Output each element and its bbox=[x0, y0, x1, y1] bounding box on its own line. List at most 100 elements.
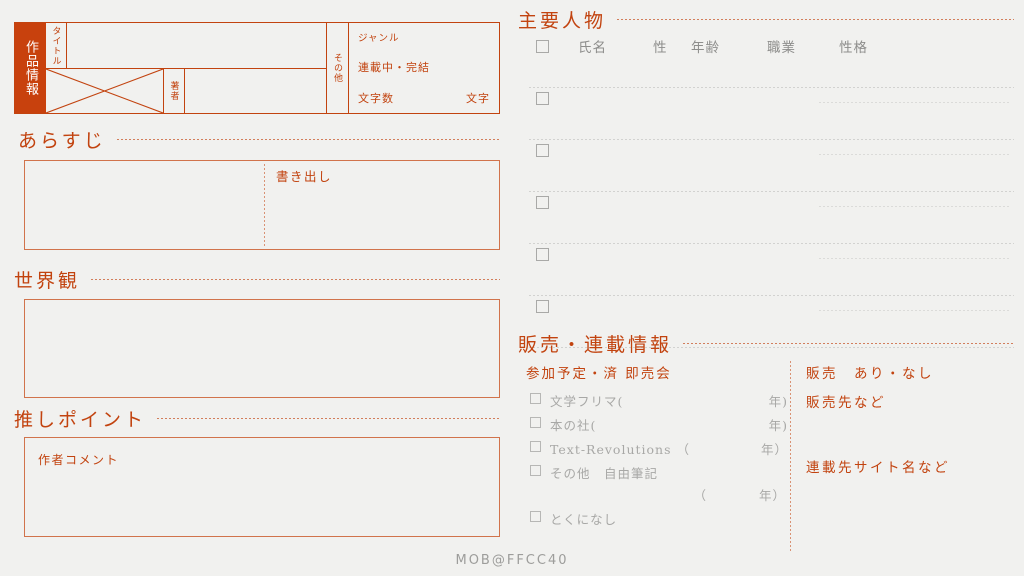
character-checkbox[interactable] bbox=[536, 300, 549, 313]
genre-label: ジャンル bbox=[358, 33, 400, 44]
title-input-cell[interactable] bbox=[67, 23, 326, 68]
event-checkbox[interactable] bbox=[530, 511, 541, 522]
table-row[interactable] bbox=[518, 88, 1014, 140]
event-label: 本の社( bbox=[550, 418, 597, 433]
table-row[interactable] bbox=[518, 192, 1014, 244]
work-info-side-label: 作品情報 bbox=[15, 23, 46, 113]
genre-info-cell[interactable]: ジャンル 連載中・完結 文字数 文字 bbox=[349, 23, 499, 113]
event-other-year: 年） bbox=[758, 488, 786, 503]
sekaikan-input-box[interactable] bbox=[24, 299, 500, 398]
row-sub-divider bbox=[818, 310, 1010, 311]
author-label-text: 著者 bbox=[168, 81, 179, 101]
arasuji-heading-rule bbox=[115, 139, 500, 140]
event-other-paren: （ bbox=[693, 488, 707, 503]
char-count-row: 文字数 文字 bbox=[358, 90, 490, 106]
oshi-point-heading-rule bbox=[156, 418, 500, 419]
character-checkbox[interactable] bbox=[536, 40, 549, 53]
characters-header-row: 氏名 性 年齢 職業 性格 bbox=[578, 36, 899, 56]
sales-spacer bbox=[806, 420, 1011, 456]
event-label: Text-Revolutions （ bbox=[550, 442, 690, 457]
event-other-year-row[interactable]: （ 年） bbox=[526, 485, 788, 504]
events-column: 参加予定・済 即売会 文学フリマ( 年) 本の社( 年) Text-Revolu… bbox=[526, 362, 788, 533]
serial-status-label[interactable]: 連載中・完結 bbox=[358, 59, 490, 75]
char-count-label: 文字数 bbox=[358, 92, 394, 105]
footer-credit: MOB@FFCC40 bbox=[455, 553, 569, 568]
characters-heading: 主要人物 bbox=[518, 6, 1014, 33]
table-row[interactable]: 氏名 性 年齢 職業 性格 bbox=[518, 36, 1014, 88]
arasuji-vertical-divider bbox=[264, 163, 265, 247]
row-sub-divider bbox=[818, 154, 1010, 155]
characters-heading-rule bbox=[616, 19, 1014, 20]
author-input-cell[interactable] bbox=[185, 69, 326, 113]
section-sales: 販売・連載情報 bbox=[518, 330, 1014, 357]
left-column: 作品情報 タイトル 著者 その他 ジャンル 連載中・完結 文字数 文字 あらすじ… bbox=[14, 0, 500, 576]
sales-details-column: 販売 あり・なし 販売先など 連載先サイト名など bbox=[806, 362, 1011, 485]
event-checkbox[interactable] bbox=[530, 441, 541, 452]
event-item-none[interactable]: とくになし bbox=[526, 509, 788, 528]
event-year-field[interactable]: 年） bbox=[761, 439, 788, 458]
sales-vertical-divider bbox=[790, 360, 791, 552]
characters-table: 氏名 性 年齢 職業 性格 bbox=[518, 36, 1014, 348]
author-label-cell: 著者 bbox=[164, 69, 185, 113]
sales-body: 参加予定・済 即売会 文学フリマ( 年) 本の社( 年) Text-Revolu… bbox=[518, 360, 1014, 557]
table-row[interactable] bbox=[518, 244, 1014, 296]
section-oshi-point: 推しポイント bbox=[14, 405, 500, 432]
row-sub-divider bbox=[818, 102, 1010, 103]
right-column: 主要人物 氏名 性 年齢 職業 性格 販売・連載情報 参加予定・済 即売会 文学… bbox=[518, 0, 1014, 576]
oshi-point-heading: 推しポイント bbox=[14, 405, 500, 432]
sekaikan-heading: 世界観 bbox=[14, 266, 500, 293]
event-item-bungaku-furima[interactable]: 文学フリマ( 年) bbox=[526, 391, 788, 410]
event-year-field[interactable]: 年) bbox=[769, 391, 788, 410]
oshi-point-heading-text: 推しポイント bbox=[14, 409, 147, 431]
sales-heading: 販売・連載情報 bbox=[518, 330, 1014, 357]
arasuji-input-box[interactable] bbox=[24, 160, 500, 250]
arasuji-heading: あらすじ bbox=[14, 126, 500, 153]
character-checkbox[interactable] bbox=[536, 144, 549, 157]
event-label: とくになし bbox=[550, 512, 618, 527]
char-count-unit: 文字 bbox=[466, 92, 490, 105]
character-checkbox[interactable] bbox=[536, 92, 549, 105]
events-subheading: 参加予定・済 即売会 bbox=[526, 366, 672, 382]
column-header-name: 氏名 bbox=[578, 40, 607, 56]
column-header-job: 職業 bbox=[767, 40, 796, 56]
event-label: その他 自由筆記 bbox=[550, 466, 659, 481]
event-item-hon-no-yashiro[interactable]: 本の社( 年) bbox=[526, 415, 788, 434]
sekaikan-heading-text: 世界観 bbox=[14, 270, 81, 292]
column-header-age: 年齢 bbox=[691, 40, 720, 56]
arasuji-heading-text: あらすじ bbox=[18, 130, 106, 152]
table-row[interactable] bbox=[518, 140, 1014, 192]
row-sub-divider bbox=[818, 206, 1010, 207]
sales-availability-line[interactable]: 販売 あり・なし bbox=[806, 362, 1011, 382]
work-info-author-row: 著者 bbox=[46, 69, 326, 113]
work-info-table: 作品情報 タイトル 著者 その他 ジャンル 連載中・完結 文字数 文字 bbox=[14, 22, 500, 114]
worksheet-page: 作品情報 タイトル 著者 その他 ジャンル 連載中・完結 文字数 文字 あらすじ… bbox=[0, 0, 1024, 576]
event-checkbox[interactable] bbox=[530, 465, 541, 476]
character-checkbox[interactable] bbox=[536, 248, 549, 261]
section-arasuji: あらすじ bbox=[14, 126, 500, 153]
other-label-text: その他 bbox=[332, 53, 342, 83]
work-info-title-row: タイトル bbox=[46, 23, 326, 69]
sales-outlet-label[interactable]: 販売先など bbox=[806, 391, 1011, 411]
other-label-cell: その他 bbox=[327, 23, 349, 113]
sekaikan-heading-rule bbox=[90, 279, 500, 280]
title-label-cell: タイトル bbox=[46, 23, 67, 68]
row-sub-divider bbox=[818, 258, 1010, 259]
work-info-main-cells: タイトル 著者 bbox=[46, 23, 327, 113]
section-characters: 主要人物 bbox=[518, 6, 1014, 33]
author-comment-label: 作者コメント bbox=[38, 453, 120, 467]
event-item-text-revolutions[interactable]: Text-Revolutions （ 年） bbox=[526, 439, 788, 458]
sales-heading-rule bbox=[682, 343, 1014, 344]
title-label-text: タイトル bbox=[50, 25, 61, 66]
character-checkbox[interactable] bbox=[536, 196, 549, 209]
event-year-field[interactable]: 年) bbox=[769, 415, 788, 434]
event-item-other-freeform[interactable]: その他 自由筆記 bbox=[526, 463, 788, 482]
event-checkbox[interactable] bbox=[530, 417, 541, 428]
serial-site-label[interactable]: 連載先サイト名など bbox=[806, 456, 1011, 476]
event-checkbox[interactable] bbox=[530, 393, 541, 404]
cover-thumbnail-placeholder bbox=[46, 69, 164, 113]
characters-heading-text: 主要人物 bbox=[518, 10, 607, 32]
sales-heading-text: 販売・連載情報 bbox=[518, 334, 673, 356]
event-label: 文学フリマ( bbox=[550, 394, 624, 409]
column-header-personality: 性格 bbox=[839, 40, 868, 56]
section-sekaikan: 世界観 bbox=[14, 266, 500, 293]
